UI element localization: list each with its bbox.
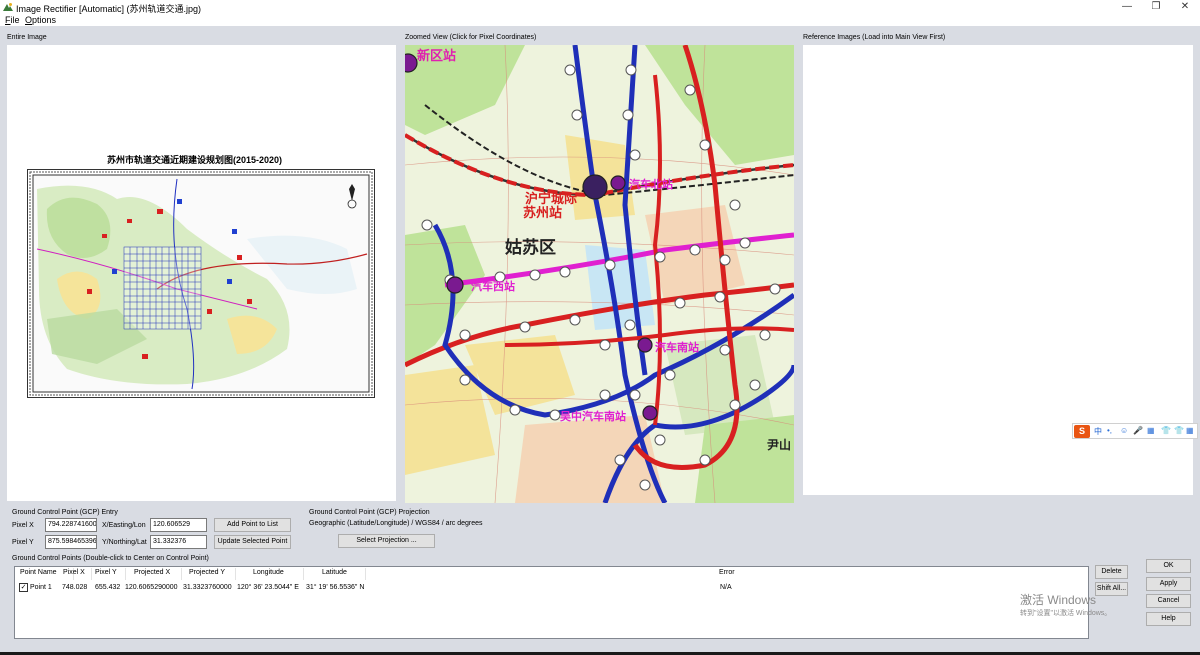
col-projected-y[interactable]: Projected Y	[189, 569, 225, 576]
gcp-projection-label: Ground Control Point (GCP) Projection	[309, 509, 430, 516]
zoom-label-bus-south: 汽车南站	[655, 340, 699, 354]
cell-projected-x: 120.6065290000	[125, 584, 178, 591]
col-latitude[interactable]: Latitude	[322, 569, 347, 576]
zoom-label-bus-west: 汽车西站	[471, 279, 515, 293]
col-pixel-y[interactable]: Pixel Y	[95, 569, 117, 576]
pixel-x-input[interactable]: 794.228741600(	[45, 518, 97, 532]
cell-pixel-x: 748.028	[62, 584, 88, 591]
zoom-label-bus-north: 汽车北站	[629, 177, 673, 191]
northing-input[interactable]: 31.332376	[150, 535, 207, 549]
add-point-button[interactable]: Add Point to List	[214, 518, 291, 532]
zoom-label-xinqu: 新区站	[417, 48, 456, 64]
select-projection-button[interactable]: Select Projection ...	[338, 534, 435, 548]
shift-all-button[interactable]: Shift All...	[1095, 582, 1128, 596]
cell-pixel-y: 655.432	[95, 584, 121, 591]
entire-map[interactable]	[27, 169, 375, 398]
cell-projected-y: 31.3323760000	[183, 584, 232, 591]
col-sep	[365, 568, 366, 580]
col-sep	[125, 568, 126, 580]
ime-punctuation-icon[interactable]: •,	[1107, 426, 1112, 435]
cancel-button[interactable]: Cancel	[1146, 594, 1191, 608]
activation-watermark-text: 转到"设置"以激活 Windows。	[1020, 610, 1112, 617]
close-icon[interactable]: ✕	[1170, 0, 1200, 14]
client-area: Entire Image Zoomed View (Click for Pixe…	[0, 26, 1200, 652]
cell-name: Point 1	[30, 584, 52, 591]
gcp-list-label: Ground Control Points (Double-click to C…	[12, 555, 209, 562]
easting-input[interactable]: 120.606529	[150, 518, 207, 532]
ime-voice-icon[interactable]: 🎤	[1133, 426, 1143, 435]
maximize-icon[interactable]: ❐	[1141, 0, 1171, 14]
zoomed-view-label: Zoomed View (Click for Pixel Coordinates…	[405, 34, 537, 41]
title-bar: Image Rectifier [Automatic] (苏州轨道交通.jpg)…	[0, 0, 1200, 14]
pixel-y-label: Pixel Y	[12, 539, 34, 546]
entire-image-label: Entire Image	[7, 34, 47, 41]
ime-toolbar: S 中 •, ☺ 🎤 ▦ 👕 👕 ▦	[1072, 423, 1198, 439]
col-longitude[interactable]: Longitude	[253, 569, 284, 576]
menu-file[interactable]: File	[5, 15, 20, 25]
activation-watermark-title: 激活 Windows	[1020, 593, 1097, 607]
ime-grid-icon[interactable]: ▦	[1186, 426, 1194, 435]
ime-keyboard-icon[interactable]: ▦	[1147, 426, 1155, 435]
col-sep	[181, 568, 182, 580]
menu-options[interactable]: Options	[25, 15, 56, 25]
ime-logo-icon[interactable]: S	[1074, 425, 1090, 438]
ok-button[interactable]: OK	[1146, 559, 1191, 573]
zoomed-map[interactable]: 新区站 沪宁城际 苏州站 汽车北站 姑苏区 汽车西站 汽车南站 吴中汽车南站 尹…	[405, 45, 794, 503]
cell-longitude: 120° 36' 23.5044" E	[237, 584, 299, 591]
cell-error: N/A	[720, 584, 732, 591]
zoom-label-suzhou: 苏州站	[523, 205, 562, 221]
minimize-icon[interactable]: —	[1112, 0, 1142, 14]
app-icon	[3, 3, 13, 11]
northing-label: Y/Northing/Lat	[102, 539, 147, 546]
help-button[interactable]: Help	[1146, 612, 1191, 626]
pixel-x-label: Pixel X	[12, 522, 34, 529]
zoom-label-huning: 沪宁城际	[525, 191, 577, 207]
update-point-button[interactable]: Update Selected Point	[214, 535, 291, 549]
zoomed-view-panel[interactable]: 新区站 沪宁城际 苏州站 汽车北站 姑苏区 汽车西站 汽车南站 吴中汽车南站 尹…	[405, 45, 794, 503]
reference-images-label: Reference Images (Load into Main View Fi…	[803, 34, 946, 41]
col-sep	[91, 568, 92, 580]
apply-button[interactable]: Apply	[1146, 577, 1191, 591]
easting-label: X/Easting/Lon	[102, 522, 146, 529]
col-sep	[235, 568, 236, 580]
col-pixel-x[interactable]: Pixel X	[63, 569, 85, 576]
menu-bar: File Options	[0, 14, 1200, 26]
gcp-entry-label: Ground Control Point (GCP) Entry	[12, 509, 118, 516]
zoom-label-wuzhong: 吴中汽车南站	[560, 409, 626, 423]
col-point-name[interactable]: Point Name	[20, 569, 57, 576]
projection-value: Geographic (Latitude/Longitude) / WGS84 …	[309, 520, 483, 527]
col-sep	[303, 568, 304, 580]
col-error[interactable]: Error	[719, 569, 735, 576]
cell-latitude: 31° 19' 56.5536" N	[306, 584, 365, 591]
row-checkbox[interactable]: ✓	[19, 583, 28, 592]
delete-button[interactable]: Delete	[1095, 565, 1128, 579]
ime-emoji-icon[interactable]: ☺	[1120, 426, 1128, 435]
ime-shirt-icon[interactable]: 👕	[1174, 426, 1184, 435]
pixel-y-input[interactable]: 875.598465396(	[45, 535, 97, 549]
ime-chinese-icon[interactable]: 中	[1094, 426, 1102, 437]
zoom-label-yin: 尹山	[767, 437, 791, 452]
gcp-list[interactable]: Point Name Pixel X Pixel Y Projected X P…	[14, 566, 1089, 639]
map-title: 苏州市轨道交通近期建设规划图(2015-2020)	[107, 155, 283, 165]
entire-image-panel[interactable]: 苏州市轨道交通近期建设规划图(2015-2020)	[7, 45, 396, 501]
ime-skin-icon[interactable]: 👕	[1161, 426, 1171, 435]
col-projected-x[interactable]: Projected X	[134, 569, 170, 576]
zoom-label-gusu: 姑苏区	[505, 237, 556, 258]
